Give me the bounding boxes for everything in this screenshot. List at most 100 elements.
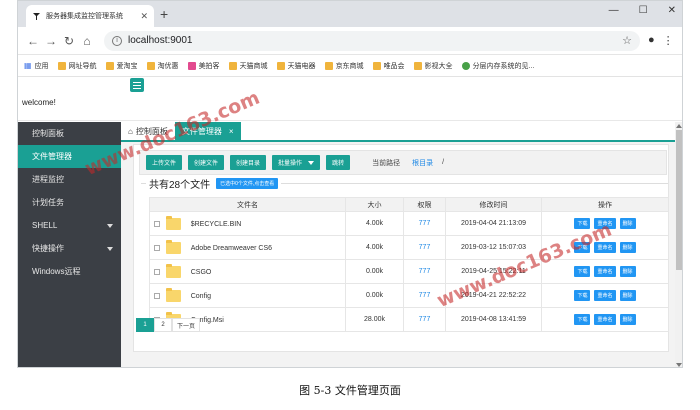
browser-tab[interactable]: 服务器集成监控管理系统 ✕	[26, 5, 154, 27]
hamburger-icon	[133, 81, 141, 83]
permission-link[interactable]: 777	[403, 283, 446, 308]
bookmark-item[interactable]: 美拍客	[187, 61, 220, 71]
delete-button[interactable]: 删除	[619, 290, 636, 301]
size-cell: 28.00k	[345, 307, 404, 332]
permission-link[interactable]: 777	[403, 211, 446, 236]
upload-file-button[interactable]: 上传文件	[146, 155, 183, 170]
window-controls: — ☐ ✕	[609, 5, 676, 16]
column-permission[interactable]: 权限	[403, 197, 446, 212]
sidebar-item-dashboard[interactable]: 控制面板	[18, 122, 121, 145]
bookmark-item[interactable]: 京东商城	[324, 61, 364, 71]
download-button[interactable]: 下载	[574, 314, 591, 325]
tab-dashboard[interactable]: ⌂ 控制面板	[121, 122, 175, 140]
folder-icon	[165, 287, 181, 302]
column-size[interactable]: 大小	[345, 197, 404, 212]
rename-button[interactable]: 重命名	[594, 242, 616, 253]
download-button[interactable]: 下载	[574, 266, 591, 277]
sidebar-item-scheduled-tasks[interactable]: 计划任务	[18, 191, 121, 214]
scroll-up-icon[interactable]	[676, 124, 682, 128]
maximize-button[interactable]: ☐	[639, 5, 648, 16]
file-name-link[interactable]: $RECYCLE.BIN	[191, 220, 242, 227]
path-root-link[interactable]: 根目录	[412, 158, 433, 168]
create-file-button[interactable]: 创建文件	[188, 155, 225, 170]
page-1-button[interactable]: 1	[136, 318, 154, 332]
sidebar-item-windows-remote[interactable]: Windows远程	[18, 260, 121, 283]
tab-file-manager[interactable]: 文件管理器 ×	[174, 122, 241, 140]
scroll-thumb[interactable]	[676, 130, 682, 270]
selected-files-badge[interactable]: 已选中0个文件,点击查看	[216, 178, 279, 189]
download-button[interactable]: 下载	[574, 218, 591, 229]
sidebar-item-process-monitor[interactable]: 进程监控	[18, 168, 121, 191]
close-icon[interactable]: ×	[229, 127, 234, 136]
bookmark-star-icon[interactable]: ☆	[622, 34, 632, 47]
column-filename[interactable]: 文件名	[149, 197, 346, 212]
row-checkbox[interactable]	[153, 268, 160, 275]
row-checkbox[interactable]	[153, 244, 160, 251]
batch-operation-dropdown[interactable]: 批量操作	[272, 155, 321, 170]
forward-icon[interactable]: →	[42, 34, 60, 48]
permission-link[interactable]: 777	[403, 307, 446, 332]
table-row: CSGO 0.00k 777 2019-04-25 15:22:11 下载 重命名…	[149, 259, 669, 284]
home-icon[interactable]: ⌂	[78, 34, 96, 48]
folder-icon	[228, 61, 237, 70]
browser-tab-title: 服务器集成监控管理系统	[46, 13, 123, 20]
bookmark-item[interactable]: 天猫商城	[228, 61, 268, 71]
file-table: 文件名 大小 权限 修改时间 操作 $RECYCLE.BIN 4.00k 777…	[149, 197, 669, 332]
download-button[interactable]: 下载	[574, 290, 591, 301]
menu-toggle-button[interactable]	[130, 78, 144, 92]
close-tab-icon[interactable]: ✕	[140, 11, 148, 22]
bookmark-item[interactable]: 影视大全	[413, 61, 453, 71]
rename-button[interactable]: 重命名	[594, 218, 616, 229]
bookmark-item[interactable]: 分层内存系统的见...	[461, 61, 534, 71]
bookmark-item[interactable]: 爱淘宝	[105, 61, 138, 71]
bookmark-item[interactable]: 天猫电器	[276, 61, 316, 71]
delete-button[interactable]: 删除	[619, 242, 636, 253]
profile-icon[interactable]: ●	[648, 34, 655, 47]
bookmark-apps[interactable]: ▦ 应用	[24, 61, 49, 71]
rename-button[interactable]: 重命名	[594, 266, 616, 277]
figure-caption: 图 5-3 文件管理页面	[299, 384, 401, 397]
folder-icon	[413, 61, 422, 70]
rename-button[interactable]: 重命名	[594, 290, 616, 301]
download-button[interactable]: 下载	[574, 242, 591, 253]
create-directory-button[interactable]: 创建目录	[230, 155, 267, 170]
address-bar: ← → ↻ ⌂ i localhost:9001 ☆ ● ⋮	[18, 27, 682, 55]
jump-button[interactable]: 跳转	[326, 155, 351, 170]
pink-square-icon	[187, 61, 196, 70]
bookmark-item[interactable]: 网址导航	[57, 61, 97, 71]
file-name-link[interactable]: CSGO	[191, 268, 212, 275]
permission-link[interactable]: 777	[403, 259, 446, 284]
bookmark-item[interactable]: 淘优惠	[146, 61, 179, 71]
menu-kebab-icon[interactable]: ⋮	[663, 34, 674, 47]
site-info-icon[interactable]: i	[112, 35, 122, 46]
main-content: ⌂ 控制面板 文件管理器 × 上传文件 创建文件 创建目录 批量操作 跳转 当前…	[121, 122, 682, 367]
sidebar-item-shell[interactable]: SHELL	[18, 214, 121, 237]
permission-link[interactable]: 777	[403, 235, 446, 260]
page-scrollbar[interactable]	[675, 122, 682, 367]
rename-button[interactable]: 重命名	[594, 314, 616, 325]
table-row: Adobe Dreamweaver CS6 4.00k 777 2019-03-…	[149, 235, 669, 260]
bookmark-item[interactable]: 唯品会	[372, 61, 405, 71]
delete-button[interactable]: 删除	[619, 218, 636, 229]
reload-icon[interactable]: ↻	[60, 34, 78, 48]
column-mtime[interactable]: 修改时间	[445, 197, 542, 212]
scroll-down-icon[interactable]	[676, 363, 682, 367]
delete-button[interactable]: 删除	[619, 314, 636, 325]
row-checkbox[interactable]	[153, 292, 160, 299]
sidebar-item-quick-ops[interactable]: 快捷操作	[18, 237, 121, 260]
delete-button[interactable]: 删除	[619, 266, 636, 277]
sidebar-item-file-manager[interactable]: 文件管理器	[18, 145, 121, 168]
page-2-button[interactable]: 2	[154, 318, 172, 332]
minimize-button[interactable]: —	[609, 5, 619, 16]
window-close-button[interactable]: ✕	[668, 5, 676, 16]
new-tab-button[interactable]: +	[160, 6, 168, 22]
column-actions: 操作	[541, 197, 669, 212]
file-name-link[interactable]: Config	[191, 292, 211, 299]
url-input[interactable]: i localhost:9001 ☆	[104, 30, 640, 51]
caret-down-icon	[107, 247, 113, 251]
path-separator: /	[442, 159, 445, 166]
file-name-link[interactable]: Adobe Dreamweaver CS6	[191, 244, 272, 251]
next-page-button[interactable]: 下一页	[172, 318, 201, 332]
row-checkbox[interactable]	[153, 220, 160, 227]
back-icon[interactable]: ←	[24, 34, 42, 48]
